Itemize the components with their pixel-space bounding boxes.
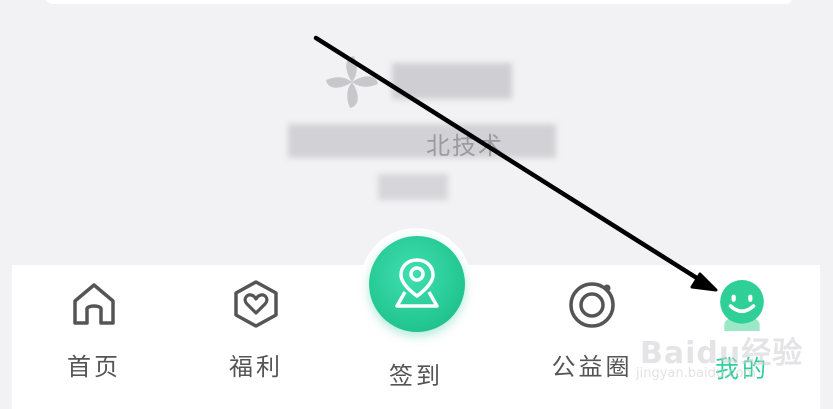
blurred-text-fragment: 北技术	[426, 132, 504, 160]
tab-checkin-label: 签到	[389, 362, 443, 390]
tab-home-label: 首页	[67, 353, 121, 381]
tab-mine-label: 我的	[715, 355, 769, 383]
tab-welfare-label: 福利	[229, 353, 283, 381]
smiley-avatar-icon	[720, 280, 764, 331]
heart-hexagon-icon	[234, 280, 278, 328]
checkin-button[interactable]	[369, 236, 465, 332]
tab-public[interactable]: 公益圈	[532, 265, 652, 409]
tab-mine[interactable]: 我的	[682, 265, 802, 409]
tab-public-label: 公益圈	[551, 353, 633, 381]
blurred-meta	[378, 174, 448, 200]
pinwheel-logo-icon	[326, 56, 378, 108]
tab-home[interactable]: 首页	[34, 265, 154, 409]
tab-welfare[interactable]: 福利	[196, 265, 316, 409]
home-icon	[73, 283, 115, 325]
location-pin-icon	[395, 258, 439, 308]
profile-info-area: 北技术	[0, 0, 833, 265]
blurred-description	[288, 124, 556, 158]
ring-icon	[569, 282, 615, 328]
blurred-username	[392, 63, 512, 99]
